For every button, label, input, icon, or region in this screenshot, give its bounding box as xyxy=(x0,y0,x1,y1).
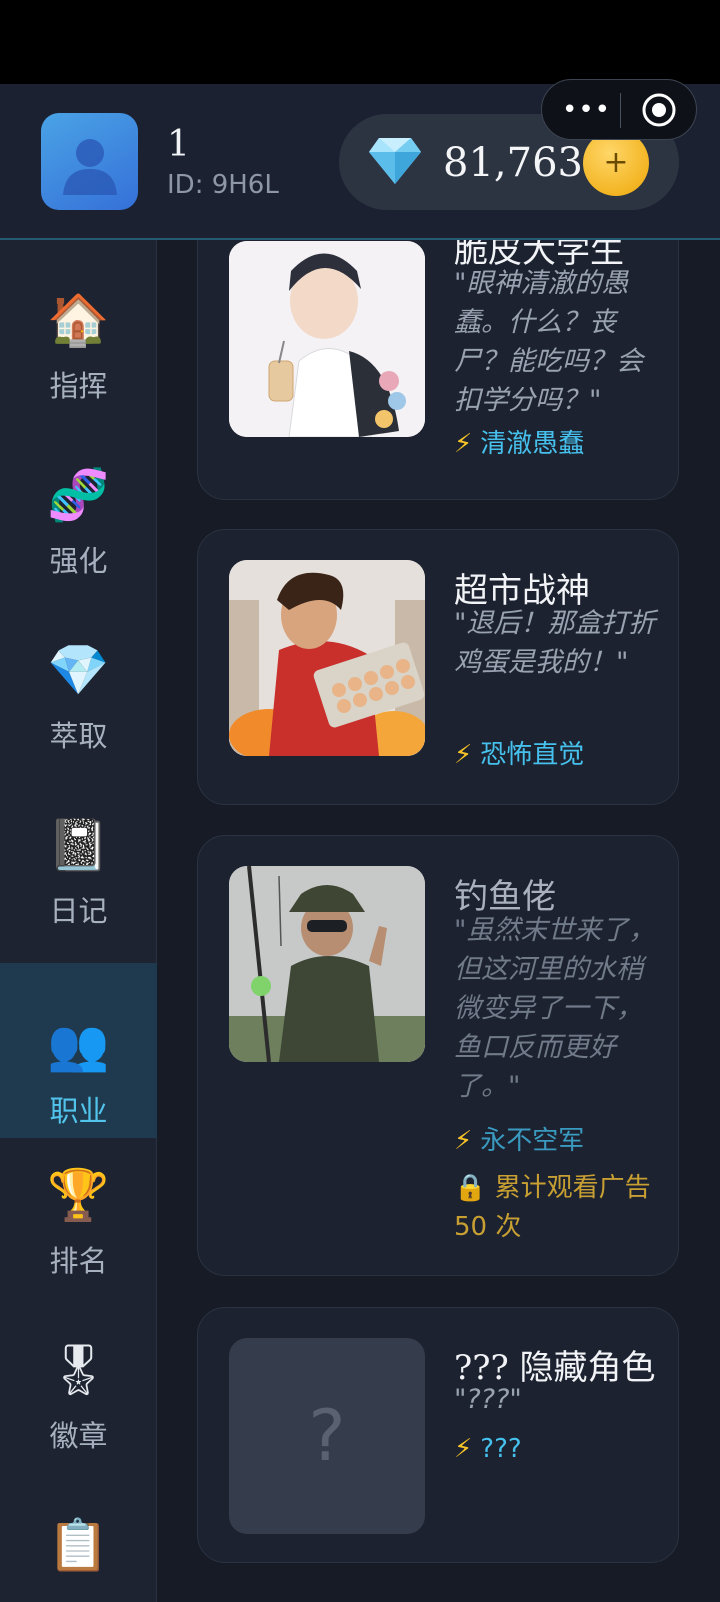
question-mark-icon: ? xyxy=(308,1395,346,1477)
sidebar-item-enhance[interactable]: 🧬 强化 xyxy=(0,413,157,588)
career-portrait-hidden: ? xyxy=(229,1338,425,1534)
sidebar-item-clipboard[interactable]: 📋 xyxy=(0,1463,157,1602)
career-skill: ⚡ 清澈愚蠢 xyxy=(454,423,584,460)
dna-icon: 🧬 xyxy=(47,466,110,524)
sidebar-item-diary[interactable]: 📓 日记 xyxy=(0,763,157,938)
home-icon: 🏠 xyxy=(47,291,110,349)
lightning-icon: ⚡ xyxy=(454,1126,473,1156)
sidebar-item-label: 徽章 xyxy=(49,1419,108,1453)
career-quote: "退后！那盒打折鸡蛋是我的！" xyxy=(454,608,656,678)
career-quote: "???" xyxy=(454,1384,522,1415)
sidebar-nav: 🏠 指挥 🧬 强化 💎 萃取 📓 日记 👥 职业 🏆 排名 🎖 徽章 📋 xyxy=(0,238,157,1602)
career-skill-label: ??? xyxy=(480,1434,522,1464)
career-skill: ⚡ 恐怖直觉 xyxy=(454,734,584,771)
clipboard-icon: 📋 xyxy=(47,1516,110,1574)
sidebar-item-label: 排名 xyxy=(49,1244,108,1278)
user-id: ID: 9H6L xyxy=(167,170,279,200)
sidebar-item-extract[interactable]: 💎 萃取 xyxy=(0,588,157,763)
career-portrait-supermarket xyxy=(229,560,425,756)
lock-icon: 🔒 xyxy=(454,1173,487,1203)
lightning-icon: ⚡ xyxy=(454,429,473,459)
career-skill-label: 恐怖直觉 xyxy=(480,740,585,770)
career-quote: "眼神清澈的愚蠢。什么？丧尸？能吃吗？会扣学分吗？" xyxy=(454,268,643,416)
user-name: 1 xyxy=(167,124,190,165)
lightning-icon: ⚡ xyxy=(454,1434,473,1464)
sidebar-item-careers[interactable]: 👥 职业 xyxy=(0,963,157,1138)
mini-program-capsule: ••• xyxy=(541,79,697,140)
sidebar-item-badges[interactable]: 🎖 徽章 xyxy=(0,1288,157,1463)
diamond-icon: 💎 xyxy=(47,641,110,699)
more-button[interactable]: ••• xyxy=(562,90,610,130)
sidebar-item-label: 日记 xyxy=(49,894,108,928)
career-skill: ⚡??? xyxy=(454,1434,522,1464)
career-portrait-student xyxy=(229,241,425,437)
career-skill-label: 永不空军 xyxy=(480,1126,585,1156)
close-target-icon[interactable] xyxy=(641,92,677,128)
career-unlock-requirement: 🔒 累计观看广告 50 次 xyxy=(454,1169,664,1247)
sidebar-item-label: 强化 xyxy=(49,544,108,578)
diamond-icon xyxy=(369,138,421,184)
trophy-icon: 🏆 xyxy=(47,1166,110,1224)
career-skill: ⚡ 永不空军 xyxy=(454,1120,584,1157)
career-card-fisherman[interactable]: 钓鱼佬 "虽然末世来了，但这河里的水稍微变异了一下，鱼口反而更好了。" ⚡ 永不空… xyxy=(197,835,679,1276)
avatar[interactable] xyxy=(41,113,138,210)
lightning-icon: ⚡ xyxy=(454,740,473,770)
career-quote: "虽然末世来了，但这河里的水稍微变异了一下，鱼口反而更好了。" xyxy=(454,915,656,1102)
people-icon: 👥 xyxy=(47,1016,110,1074)
medal-icon: 🎖 xyxy=(46,1341,111,1399)
career-card-supermarket[interactable]: 超市战神 "退后！那盒打折鸡蛋是我的！" ⚡ 恐怖直觉 xyxy=(197,529,679,805)
sidebar-item-ranking[interactable]: 🏆 排名 xyxy=(0,1113,157,1288)
capsule-divider xyxy=(620,93,621,128)
user-silhouette-icon xyxy=(63,139,117,195)
sidebar-item-label: 指挥 xyxy=(49,369,108,403)
career-card-hidden[interactable]: ? ??? 隐藏角色 "???" ⚡??? xyxy=(197,1307,679,1563)
status-bar xyxy=(0,0,720,84)
notebook-icon: 📓 xyxy=(47,816,110,874)
gem-count: 81,763 xyxy=(443,140,583,186)
sidebar-item-command[interactable]: 🏠 指挥 xyxy=(0,238,157,413)
career-portrait-fisherman xyxy=(229,866,425,1062)
sidebar-item-label: 萃取 xyxy=(49,719,108,753)
career-skill-label: 清澈愚蠢 xyxy=(480,429,585,459)
